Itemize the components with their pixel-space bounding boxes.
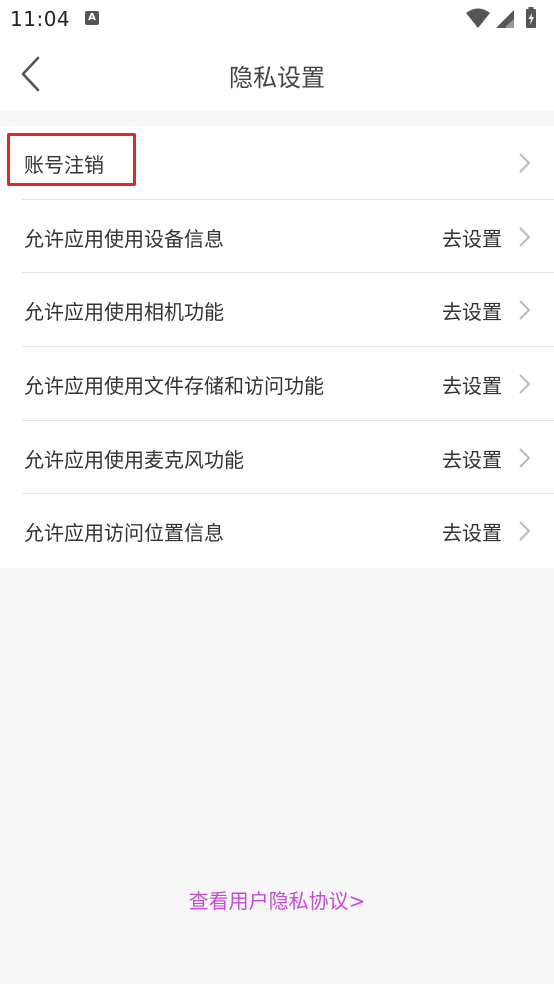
settings-item-account-deletion[interactable]: 账号注销 [22, 126, 554, 200]
settings-item-action: 去设置 [442, 300, 502, 325]
settings-item-microphone[interactable]: 允许应用使用麦克风功能 去设置 [22, 421, 554, 495]
settings-item-label: 允许应用使用设备信息 [24, 226, 224, 251]
privacy-policy-link[interactable]: 查看用户隐私协议> [0, 885, 554, 914]
notification-icon: A [85, 11, 99, 25]
settings-item-label: 允许应用使用相机功能 [24, 300, 224, 325]
settings-item-action: 去设置 [442, 226, 502, 251]
settings-item-action: 去设置 [442, 521, 502, 546]
status-icons [466, 7, 536, 28]
chevron-right-icon [519, 300, 531, 321]
chevron-right-icon [519, 521, 531, 542]
page-title: 隐私设置 [229, 64, 325, 92]
chevron-right-icon [519, 153, 531, 173]
settings-item-action: 去设置 [442, 374, 502, 399]
settings-item-location[interactable]: 允许应用访问位置信息 去设置 [22, 494, 554, 568]
settings-item-label: 允许应用使用麦克风功能 [24, 447, 244, 472]
settings-item-file-storage[interactable]: 允许应用使用文件存储和访问功能 去设置 [22, 347, 554, 421]
chevron-right-icon [519, 226, 531, 247]
header-bar: 隐私设置 [0, 38, 554, 110]
settings-item-label: 账号注销 [24, 153, 104, 177]
settings-item-label: 允许应用使用文件存储和访问功能 [24, 374, 324, 399]
chevron-right-icon [519, 448, 531, 468]
chevron-right-icon [519, 374, 531, 394]
settings-list: 账号注销 允许应用使用设备信息 去设置 允许应用使用相机功能 去设置 允许应用使… [0, 126, 554, 568]
settings-item-device-info[interactable]: 允许应用使用设备信息 去设置 [22, 200, 554, 274]
settings-item-camera[interactable]: 允许应用使用相机功能 去设置 [22, 273, 554, 348]
settings-item-label: 允许应用访问位置信息 [24, 521, 224, 546]
battery-charging-icon [526, 7, 536, 28]
status-bar: 11:04 A [0, 0, 554, 38]
wifi-icon [466, 8, 490, 28]
status-time: 11:04 [10, 7, 71, 31]
settings-item-action: 去设置 [442, 447, 502, 472]
